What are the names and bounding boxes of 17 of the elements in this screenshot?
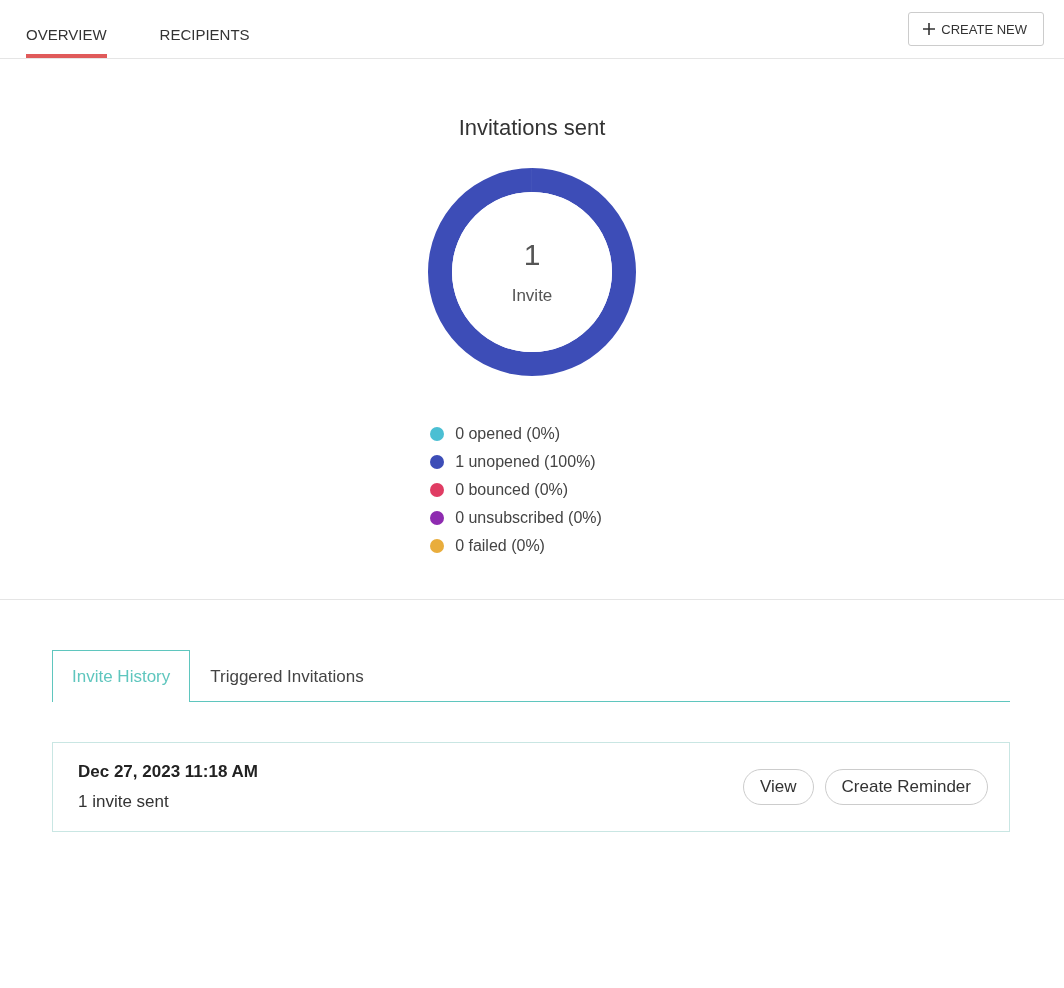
action-button[interactable]: Create Reminder [824, 769, 988, 805]
legend-label: 0 failed (0%) [455, 537, 545, 555]
legend-label: 0 opened (0%) [455, 425, 561, 443]
nav-tab[interactable]: RECIPIENTS [159, 0, 250, 58]
history-detail: 1 invite sent [78, 792, 170, 812]
legend-label: 1 unopened (100%) [455, 453, 596, 471]
plus-icon [923, 23, 936, 35]
history-tab[interactable]: Triggered Invitations [190, 650, 384, 702]
invite-label: Invite [511, 286, 553, 306]
create-new-button[interactable]: CREATE NEW [908, 12, 1044, 46]
legend-label: 0 bounced (0%) [455, 481, 569, 499]
chart-title: Invitations sent [458, 115, 606, 141]
action-button[interactable]: View [743, 769, 814, 805]
nav-tab[interactable]: OVERVIEW [26, 0, 107, 58]
legend-label: 0 unsubscribed (0%) [455, 509, 602, 527]
history-date: Dec 27, 2023 11:18 AM [78, 762, 259, 782]
invite-count: 1 [523, 238, 541, 272]
